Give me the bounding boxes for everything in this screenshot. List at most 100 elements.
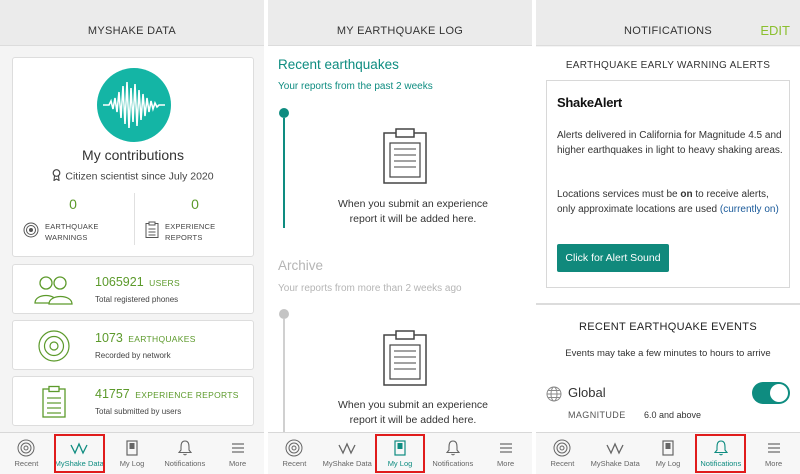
alerts-heading: EARTHQUAKE EARLY WARNING ALERTS: [565, 60, 771, 71]
tab-recent[interactable]: Recent: [536, 433, 589, 474]
tab-notifications[interactable]: Notifications: [426, 433, 479, 474]
recent-icon: [17, 439, 35, 457]
toggle-knob: [770, 384, 788, 402]
archive-heading: Archive: [278, 258, 324, 273]
tab-bar: Recent MyShake Data My Log Notifications Mor…: [0, 432, 264, 474]
nav-bar: MY EARTHQUAKE LOG: [268, 16, 532, 46]
report-clipboard-icon: [31, 385, 77, 419]
archive-timeline-dot: [279, 309, 289, 319]
tab-my-log[interactable]: My Log: [642, 433, 695, 474]
quakes-value: 1073 EARTHQUAKES: [95, 331, 196, 345]
tab-label: My Log: [387, 459, 413, 468]
status-bar: [268, 0, 532, 16]
bell-icon: [713, 439, 728, 457]
exp-subtitle: Total submitted by users: [95, 407, 182, 416]
tab-bar: Recent MyShake Data My Log Notifications Mor…: [268, 432, 532, 474]
quakes-number: 1073: [95, 331, 123, 345]
tab-label: Recent: [282, 459, 307, 468]
empty-line-1: When you submit an experience: [338, 198, 488, 210]
currently-on-link[interactable]: (currently on): [720, 204, 779, 215]
timeline-line: [283, 118, 285, 228]
quakes-subtitle: Recorded by network: [95, 351, 171, 360]
tab-label: Notifications: [432, 459, 474, 468]
log-icon: [394, 439, 406, 457]
wave-icon: [338, 439, 356, 457]
tab-label: MyShake Data: [322, 459, 372, 468]
tab-myshake-data[interactable]: MyShake Data: [589, 433, 642, 474]
citizen-since: Citizen scientist since July 2020: [13, 169, 253, 184]
menu-icon: [499, 439, 513, 457]
tab-recent[interactable]: Recent: [0, 433, 53, 474]
reports-stat: 0 EXPERIENCE REPORTS: [135, 196, 255, 252]
tab-myshake-data[interactable]: MyShake Data: [321, 433, 374, 474]
status-bar: [0, 0, 264, 16]
reports-count: 0: [191, 196, 199, 212]
menu-icon: [231, 439, 245, 457]
exp-unit: EXPERIENCE REPORTS: [135, 390, 239, 400]
tab-label: Recent: [14, 459, 39, 468]
tab-more[interactable]: More: [747, 433, 800, 474]
recent-icon: [553, 439, 571, 457]
users-number: 1065921: [95, 275, 144, 289]
tab-label: Notifications: [700, 459, 742, 468]
tab-notifications[interactable]: Notifications: [158, 433, 211, 474]
shakealert-card: ShakeAlert Alerts delivered in Californi…: [546, 80, 790, 288]
wave-icon: [70, 439, 88, 457]
target-icon: [23, 222, 39, 243]
page-title: MY EARTHQUAKE LOG: [336, 24, 464, 37]
tab-bar: Recent MyShake Data My Log Notifications Mor…: [536, 432, 800, 474]
bell-icon: [445, 439, 460, 457]
tab-more[interactable]: More: [211, 433, 264, 474]
tab-more[interactable]: More: [479, 433, 532, 474]
tab-notifications[interactable]: Notifications: [694, 433, 747, 474]
contributions-card: My contributions Citizen scientist since…: [12, 57, 254, 257]
clipboard-icon: [382, 127, 428, 185]
tab-label: More: [765, 459, 783, 468]
tab-my-log[interactable]: My Log: [106, 433, 159, 474]
citizen-since-text: Citizen scientist since July 2020: [65, 170, 214, 183]
tab-recent[interactable]: Recent: [268, 433, 321, 474]
timeline-dot: [279, 108, 289, 118]
tab-label: More: [497, 459, 515, 468]
exp-value: 41757 EXPERIENCE REPORTS: [95, 387, 239, 401]
reports-label-1: EXPERIENCE: [165, 222, 216, 231]
magnitude-label: MAGNITUDE: [568, 410, 626, 420]
magnitude-value[interactable]: 6.0 and above: [644, 410, 701, 420]
log-icon: [126, 439, 138, 457]
users-subtitle: Total registered phones: [95, 295, 179, 304]
recent-events-heading: RECENT EARTHQUAKE EVENTS: [579, 321, 757, 333]
myshake-data-screen: MYSHAKE DATA My contributions Citizen sc…: [0, 0, 264, 474]
tab-myshake-data[interactable]: MyShake Data: [53, 433, 106, 474]
recent-empty-message: When you submit an experience report it w…: [308, 197, 518, 227]
alert-sound-button[interactable]: Click for Alert Sound: [557, 244, 669, 272]
archive-clipboard-icon: [382, 329, 428, 387]
globe-icon: [546, 386, 562, 407]
empty-line-2: report it will be added here.: [349, 213, 477, 225]
wave-icon: [606, 439, 624, 457]
log-icon: [662, 439, 674, 457]
warnings-label-1: EARTHQUAKE: [45, 222, 99, 231]
page-title: NOTIFICATIONS: [623, 24, 713, 37]
clipboard-icon: [145, 221, 159, 243]
location-note-bold: on: [680, 189, 693, 200]
recent-icon: [285, 439, 303, 457]
recent-earthquakes-heading: Recent earthquakes: [278, 57, 399, 72]
users-value: 1065921 USERS: [95, 275, 180, 289]
warnings-stat: 0 EARTHQUAKE WARNINGS: [13, 196, 133, 252]
tab-my-log[interactable]: My Log: [374, 433, 427, 474]
alert-description: Alerts delivered in California for Magni…: [557, 130, 783, 156]
earthquake-log-screen: MY EARTHQUAKE LOG Recent earthquakes You…: [268, 0, 532, 474]
tab-label: Notifications: [164, 459, 206, 468]
tab-label: My Log: [655, 459, 681, 468]
empty-line-2: report it will be added here.: [349, 414, 477, 426]
tab-label: Recent: [550, 459, 575, 468]
global-toggle[interactable]: [752, 382, 790, 404]
notifications-screen: NOTIFICATIONS EDIT EARTHQUAKE EARLY WARN…: [536, 0, 800, 474]
edit-button[interactable]: EDIT: [760, 23, 790, 38]
nav-bar: MYSHAKE DATA: [0, 16, 264, 46]
menu-icon: [767, 439, 781, 457]
tab-label: My Log: [119, 459, 145, 468]
users-icon: [31, 273, 77, 307]
earthquakes-card: 1073 EARTHQUAKES Recorded by network: [12, 320, 254, 370]
tab-label: More: [229, 459, 247, 468]
